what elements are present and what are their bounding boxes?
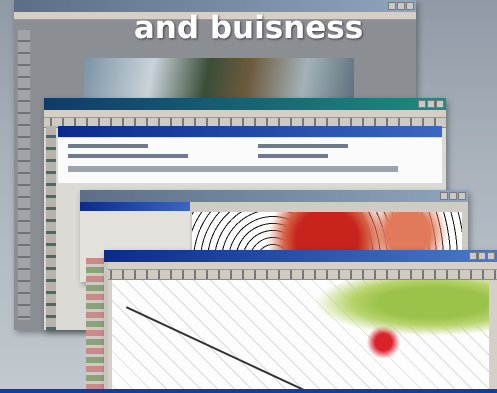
form-field[interactable]: [68, 166, 398, 172]
front-map-menubar[interactable]: [104, 262, 497, 270]
close-icon[interactable]: [458, 192, 466, 200]
maximize-icon[interactable]: [478, 252, 486, 260]
close-icon[interactable]: [436, 100, 444, 108]
form-panel: [58, 138, 442, 183]
close-icon[interactable]: [406, 2, 414, 10]
front-map-window: [104, 250, 497, 393]
form-dialog-titlebar[interactable]: [58, 126, 442, 137]
minimize-icon[interactable]: [440, 192, 448, 200]
bottom-bar: [0, 389, 497, 393]
form-field[interactable]: [258, 154, 328, 158]
close-icon[interactable]: [487, 252, 495, 260]
front-map-window-titlebar[interactable]: [104, 250, 497, 262]
maximize-icon[interactable]: [427, 100, 435, 108]
back-window-sidebar: [18, 30, 30, 320]
street-map-view[interactable]: [112, 280, 489, 393]
map-window-titlebar[interactable]: [80, 190, 468, 202]
headline-text: and buisness: [133, 10, 364, 46]
front-map-toolbar[interactable]: [104, 270, 497, 280]
minimize-icon[interactable]: [388, 2, 396, 10]
form-window-menubar[interactable]: [44, 110, 446, 118]
map-legend: [86, 258, 104, 393]
form-field[interactable]: [258, 144, 348, 148]
maximize-icon[interactable]: [397, 2, 405, 10]
maximize-icon[interactable]: [449, 192, 457, 200]
form-field[interactable]: [68, 144, 148, 148]
form-window-tree[interactable]: [46, 126, 56, 330]
form-window-titlebar[interactable]: [44, 98, 446, 110]
form-field[interactable]: [68, 154, 188, 158]
minimize-icon[interactable]: [469, 252, 477, 260]
minimize-icon[interactable]: [418, 100, 426, 108]
map-layer-panel-header: [80, 202, 190, 211]
